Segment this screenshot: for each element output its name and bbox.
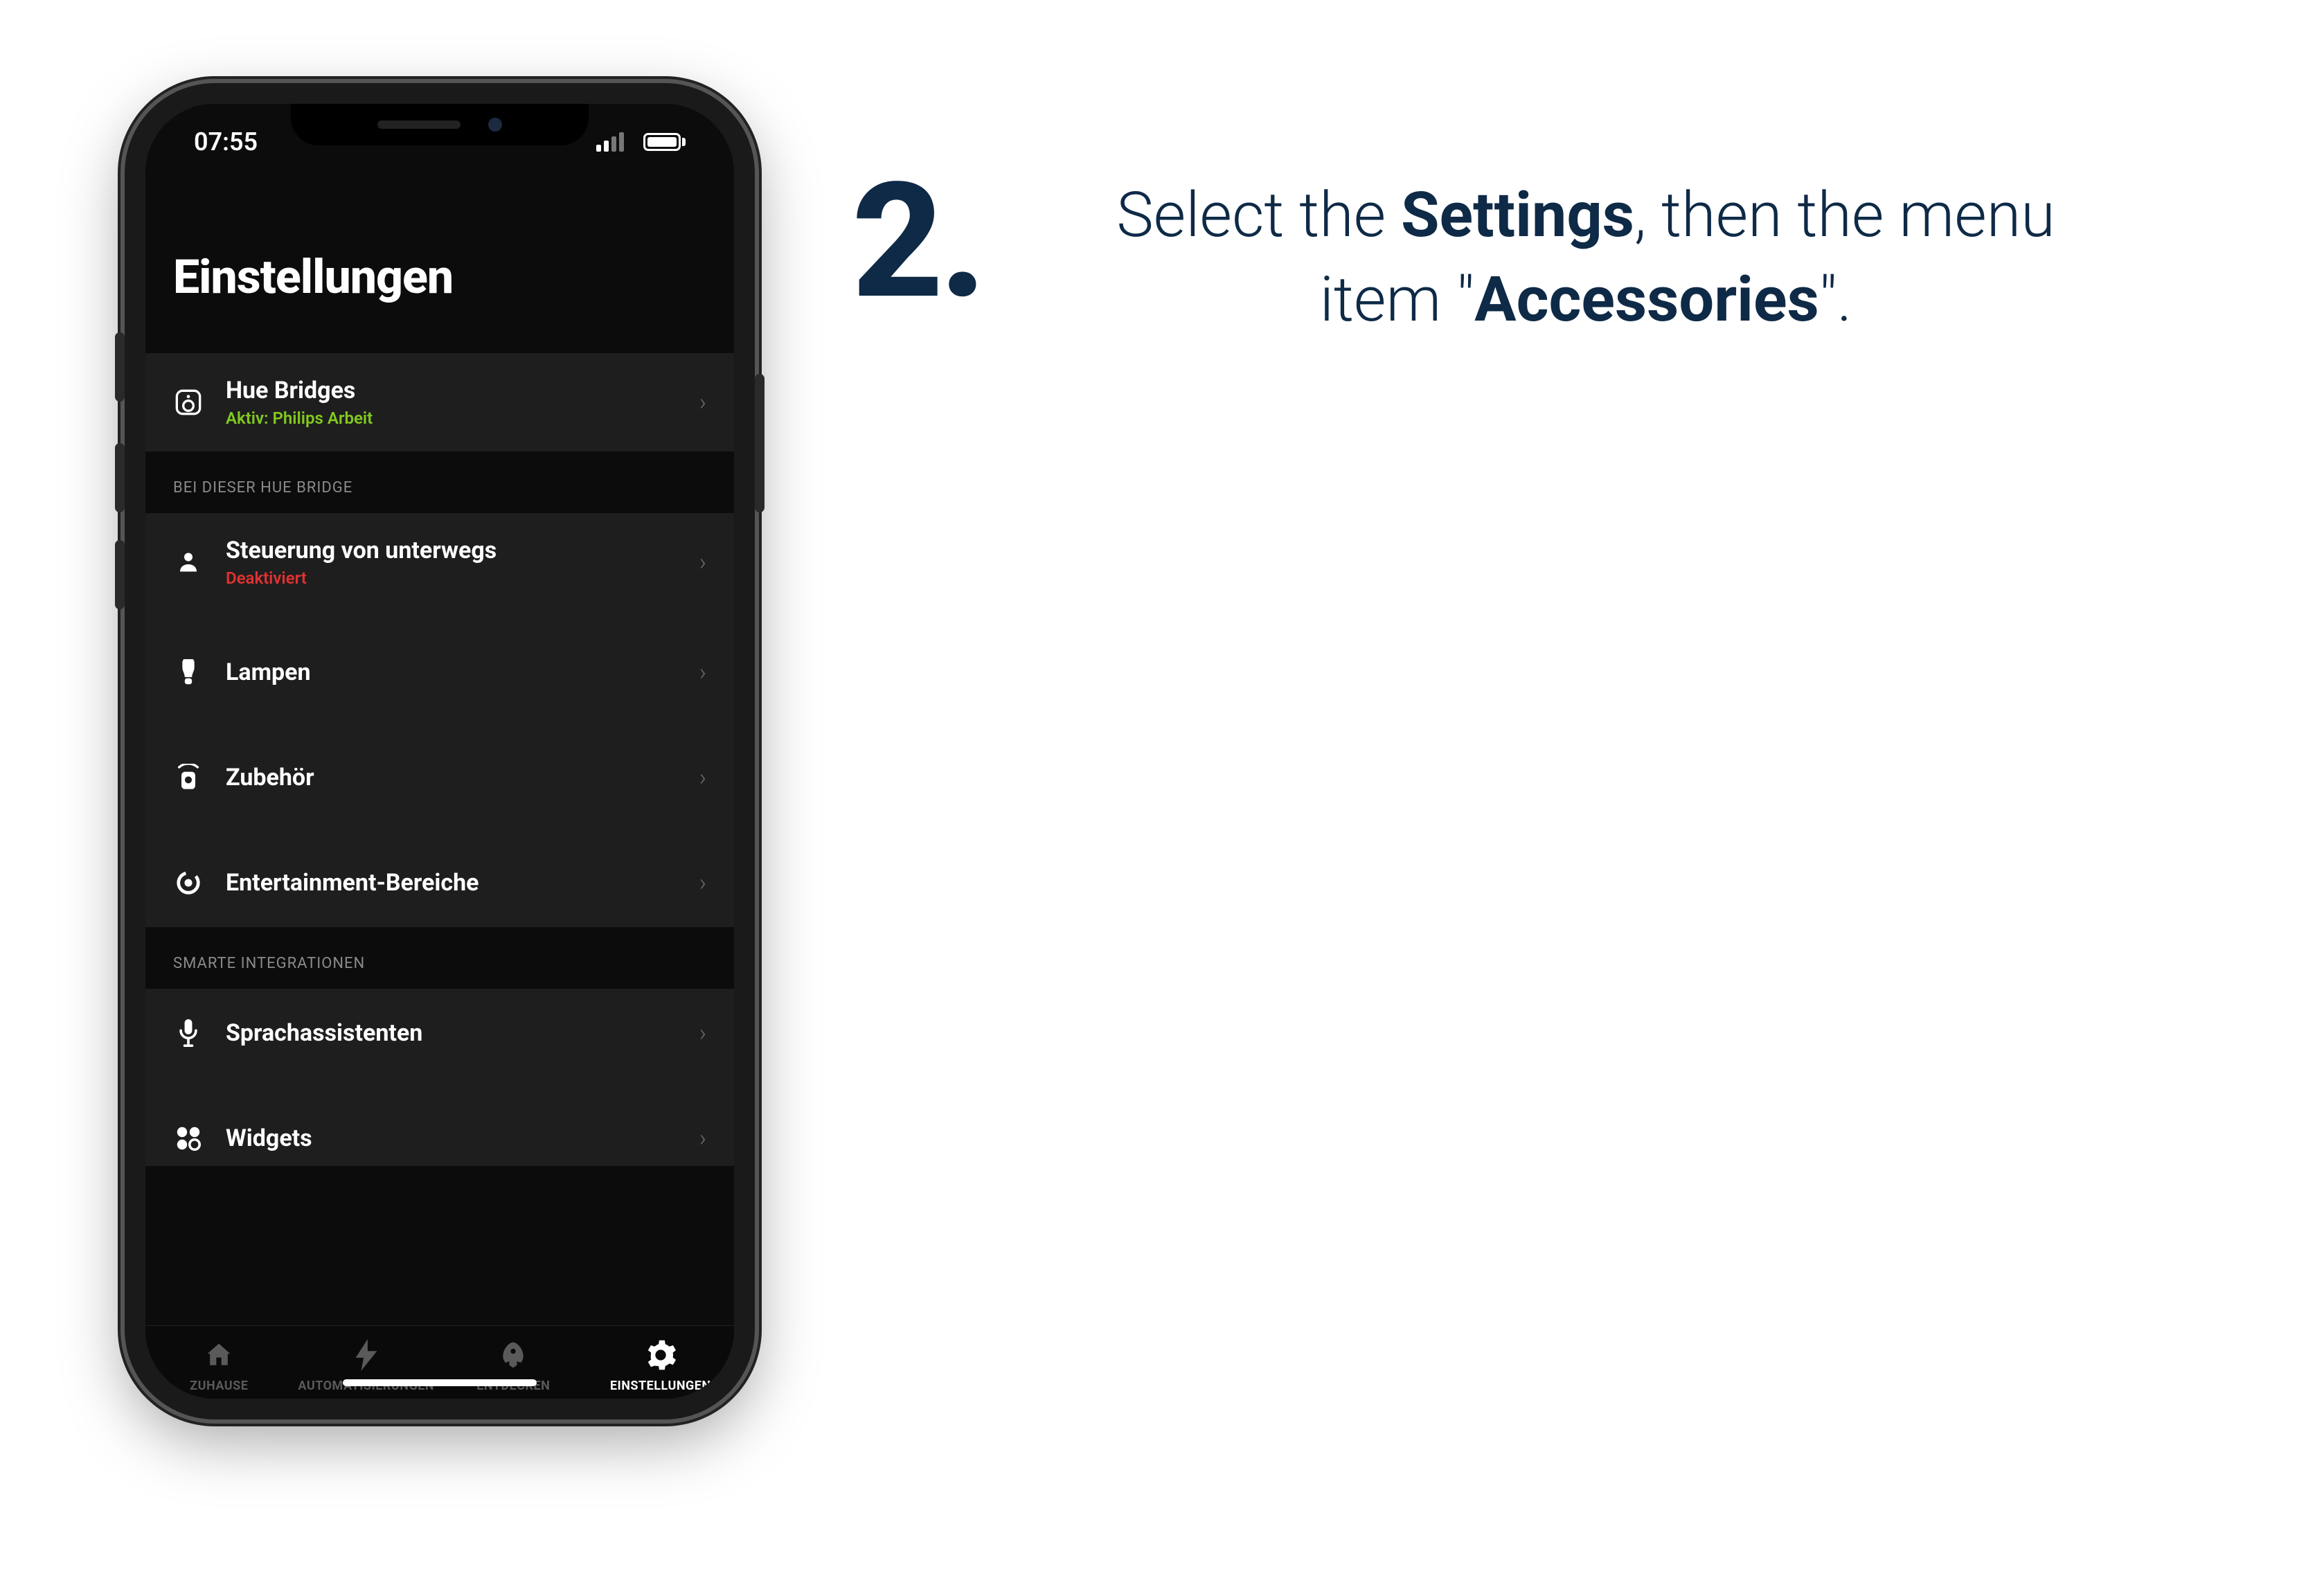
page-title: Einstellungen [173,249,734,305]
step-text-part: Select the [1116,179,1401,251]
speaker-slot [377,120,461,129]
status-right [596,132,686,152]
bulb-icon [173,659,204,685]
accessory-icon [173,764,204,791]
widgets-icon [173,1126,204,1151]
person-icon [173,550,204,575]
phone-screen: 07:55 Einstellungen [145,104,734,1399]
settings-row-accessories[interactable]: Zubehör › [145,733,734,822]
home-icon [204,1338,234,1372]
phone-frame: 07:55 Einstellungen [125,83,755,1419]
step-text-part: ". [1819,263,1852,336]
step-text-bold-settings: Settings [1401,179,1634,251]
chevron-right-icon: › [699,548,706,576]
bolt-icon [352,1338,380,1372]
settings-row-entertainment[interactable]: Entertainment-Bereiche › [145,839,734,927]
chevron-right-icon: › [699,1019,706,1047]
settings-row-lamps[interactable]: Lampen › [145,628,734,717]
step-text-bold-accessories: Accessories [1474,263,1819,336]
entertainment-icon [173,870,204,896]
row-label: Entertainment-Bereiche [226,869,677,897]
gear-icon [645,1338,677,1372]
bridge-settings-list: Steuerung von unterwegs Deaktiviert › La… [145,513,734,927]
bridge-icon [173,388,204,416]
rocket-icon [498,1338,528,1372]
section-header-bridge: BEI DIESER HUE BRIDGE [145,451,734,513]
cellular-icon [596,132,624,152]
tab-settings[interactable]: EINSTELLUNGEN [587,1338,735,1393]
chevron-right-icon: › [699,1124,706,1152]
settings-row-remote-control[interactable]: Steuerung von unterwegs Deaktiviert › [145,513,734,611]
tab-bar: ZUHAUSE AUTOMATISIERUNGEN ENTDECKEN [145,1325,734,1399]
row-sublabel: Deaktiviert [226,568,677,588]
row-label: Zubehör [226,764,677,791]
settings-content: Einstellungen Hue Bridges Aktiv: Philips… [145,104,734,1399]
row-label: Steuerung von unterwegs [226,537,677,564]
row-label: Widgets [226,1124,677,1152]
settings-row-hue-bridges[interactable]: Hue Bridges Aktiv: Philips Arbeit › [145,353,734,451]
tab-home[interactable]: ZUHAUSE [145,1338,293,1393]
mic-icon [173,1019,204,1047]
bridges-list: Hue Bridges Aktiv: Philips Arbeit › [145,353,734,451]
home-indicator[interactable] [343,1379,537,1386]
row-sublabel: Aktiv: Philips Arbeit [226,409,677,428]
chevron-right-icon: › [699,658,706,686]
status-time: 07:55 [194,127,258,156]
chevron-right-icon: › [699,764,706,791]
section-header-integrations: SMARTE INTEGRATIONEN [145,927,734,989]
tab-label: EINSTELLUNGEN [610,1379,711,1393]
settings-row-widgets[interactable]: Widgets › [145,1094,734,1166]
row-label: Sprachassistenten [226,1019,677,1047]
front-camera [488,118,502,132]
battery-icon [643,133,686,151]
settings-row-voice-assistants[interactable]: Sprachassistenten › [145,989,734,1077]
row-label: Lampen [226,658,677,686]
phone-notch [291,104,589,145]
step-instruction: Select the Settings, then the menu item … [1094,173,2077,341]
row-label: Hue Bridges [226,377,677,404]
step-number: 2. [852,149,983,335]
integrations-list: Sprachassistenten › Widgets › [145,989,734,1166]
tab-label: ZUHAUSE [190,1379,248,1393]
chevron-right-icon: › [699,388,706,416]
chevron-right-icon: › [699,869,706,897]
